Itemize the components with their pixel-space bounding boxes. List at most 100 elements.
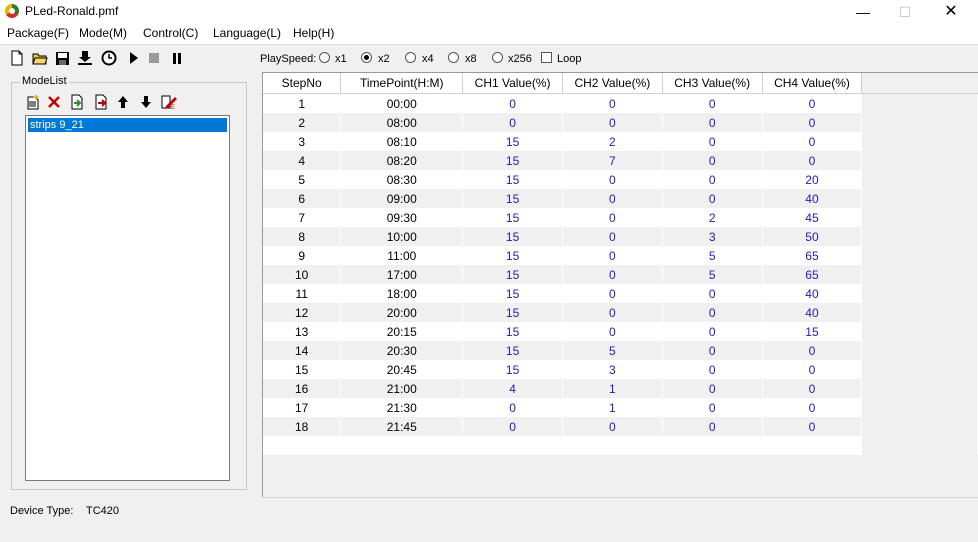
menu-language[interactable]: Language(L): [213, 26, 281, 40]
loop-checkbox[interactable]: [541, 52, 552, 63]
cell-stepno[interactable]: 4: [263, 151, 342, 170]
cell-ch2[interactable]: 0: [562, 113, 663, 132]
cell-timepoint[interactable]: 08:30: [340, 170, 464, 189]
cell-ch1[interactable]: 0: [462, 417, 563, 436]
speed-x8-radio[interactable]: [448, 52, 459, 63]
export-mode-icon[interactable]: [92, 93, 110, 111]
cell-ch1[interactable]: 15: [462, 265, 563, 284]
stop-icon[interactable]: [145, 49, 163, 67]
cell-timepoint[interactable]: 20:45: [340, 360, 464, 379]
cell-ch4[interactable]: 0: [762, 341, 863, 360]
cell-ch4[interactable]: 65: [762, 246, 863, 265]
table-row[interactable]: 2 08:00 0 0 0 0: [263, 113, 978, 132]
cell-stepno[interactable]: 16: [263, 379, 342, 398]
cell-timepoint[interactable]: 09:00: [340, 189, 464, 208]
cell-ch3[interactable]: 0: [662, 322, 763, 341]
cell-ch1[interactable]: 15: [462, 208, 563, 227]
import-mode-icon[interactable]: [68, 93, 86, 111]
pause-icon[interactable]: [168, 49, 186, 67]
cell-timepoint[interactable]: 09:30: [340, 208, 464, 227]
cell-ch4[interactable]: 40: [762, 284, 863, 303]
table-row[interactable]: 14 20:30 15 5 0 0: [263, 341, 978, 360]
cell-stepno[interactable]: 5: [263, 170, 342, 189]
cell-ch3[interactable]: 0: [662, 379, 763, 398]
table-row[interactable]: 1 00:00 0 0 0 0: [263, 93, 978, 113]
cell-ch2[interactable]: 0: [562, 303, 663, 322]
cell-timepoint[interactable]: 20:00: [340, 303, 464, 322]
cell-stepno[interactable]: 12: [263, 303, 342, 322]
cell-ch2[interactable]: 0: [562, 246, 663, 265]
cell-ch3[interactable]: 0: [662, 303, 763, 322]
play-icon[interactable]: [125, 49, 143, 67]
cell-ch1[interactable]: 15: [462, 341, 563, 360]
cell-timepoint[interactable]: [340, 436, 464, 455]
cell-stepno[interactable]: 14: [263, 341, 342, 360]
cell-timepoint[interactable]: 10:00: [340, 227, 464, 246]
new-mode-icon[interactable]: [24, 93, 42, 111]
speed-x4-radio[interactable]: [405, 52, 416, 63]
table-row[interactable]: 9 11:00 15 0 5 65: [263, 246, 978, 265]
table-row[interactable]: 18 21:45 0 0 0 0: [263, 417, 978, 436]
col-header-ch3[interactable]: CH3 Value(%): [662, 73, 763, 94]
cell-timepoint[interactable]: 21:30: [340, 398, 464, 417]
step-table[interactable]: StepNo TimePoint(H:M) CH1 Value(%) CH2 V…: [262, 72, 978, 498]
cell-timepoint[interactable]: 00:00: [340, 93, 464, 113]
cell-ch4[interactable]: 0: [762, 93, 863, 113]
cell-stepno[interactable]: 2: [263, 113, 342, 132]
cell-timepoint[interactable]: 21:00: [340, 379, 464, 398]
cell-ch4[interactable]: 0: [762, 132, 863, 151]
cell-timepoint[interactable]: 08:00: [340, 113, 464, 132]
cell-ch1[interactable]: 15: [462, 360, 563, 379]
cell-stepno[interactable]: 15: [263, 360, 342, 379]
open-folder-icon[interactable]: [31, 49, 49, 67]
menu-control[interactable]: Control(C): [143, 26, 198, 40]
cell-ch2[interactable]: 0: [562, 93, 663, 113]
cell-ch4[interactable]: 0: [762, 417, 863, 436]
cell-ch3[interactable]: 3: [662, 227, 763, 246]
cell-ch4[interactable]: 0: [762, 398, 863, 417]
cell-ch3[interactable]: 0: [662, 417, 763, 436]
table-row[interactable]: 6 09:00 15 0 0 40: [263, 189, 978, 208]
cell-ch2[interactable]: 0: [562, 170, 663, 189]
cell-ch3[interactable]: 0: [662, 151, 763, 170]
table-row[interactable]: 17 21:30 0 1 0 0: [263, 398, 978, 417]
cell-ch4[interactable]: 0: [762, 360, 863, 379]
minimize-button[interactable]: —: [840, 0, 886, 24]
table-row[interactable]: 16 21:00 4 1 0 0: [263, 379, 978, 398]
col-header-stepno[interactable]: StepNo: [263, 73, 342, 94]
menu-mode[interactable]: Mode(M): [79, 26, 127, 40]
cell-ch1[interactable]: 15: [462, 322, 563, 341]
cell-ch2[interactable]: 0: [562, 322, 663, 341]
new-file-icon[interactable]: [8, 49, 26, 67]
speed-x256-radio[interactable]: [492, 52, 503, 63]
table-row[interactable]: 5 08:30 15 0 0 20: [263, 170, 978, 189]
cell-ch1[interactable]: 0: [462, 93, 563, 113]
cell-ch2[interactable]: 0: [562, 189, 663, 208]
speed-x1-radio[interactable]: [319, 52, 330, 63]
cell-ch2[interactable]: 0: [562, 284, 663, 303]
cell-ch3[interactable]: 0: [662, 341, 763, 360]
cell-timepoint[interactable]: 18:00: [340, 284, 464, 303]
table-row[interactable]: 7 09:30 15 0 2 45: [263, 208, 978, 227]
cell-stepno[interactable]: 10: [263, 265, 342, 284]
cell-ch3[interactable]: 0: [662, 360, 763, 379]
cell-timepoint[interactable]: 20:30: [340, 341, 464, 360]
cell-ch4[interactable]: 0: [762, 151, 863, 170]
move-up-icon[interactable]: [114, 93, 132, 111]
cell-ch4[interactable]: 45: [762, 208, 863, 227]
cell-stepno[interactable]: 11: [263, 284, 342, 303]
cell-ch2[interactable]: [562, 436, 663, 455]
cell-ch1[interactable]: 15: [462, 132, 563, 151]
cell-ch3[interactable]: 0: [662, 93, 763, 113]
cell-stepno[interactable]: 3: [263, 132, 342, 151]
cell-ch2[interactable]: 0: [562, 417, 663, 436]
cell-timepoint[interactable]: 11:00: [340, 246, 464, 265]
cell-timepoint[interactable]: 21:45: [340, 417, 464, 436]
cell-ch1[interactable]: 4: [462, 379, 563, 398]
cell-ch1[interactable]: 15: [462, 246, 563, 265]
cell-stepno[interactable]: 1: [263, 93, 342, 113]
cell-ch4[interactable]: [762, 436, 863, 455]
cell-stepno[interactable]: 6: [263, 189, 342, 208]
cell-ch2[interactable]: 5: [562, 341, 663, 360]
cell-stepno[interactable]: 9: [263, 246, 342, 265]
